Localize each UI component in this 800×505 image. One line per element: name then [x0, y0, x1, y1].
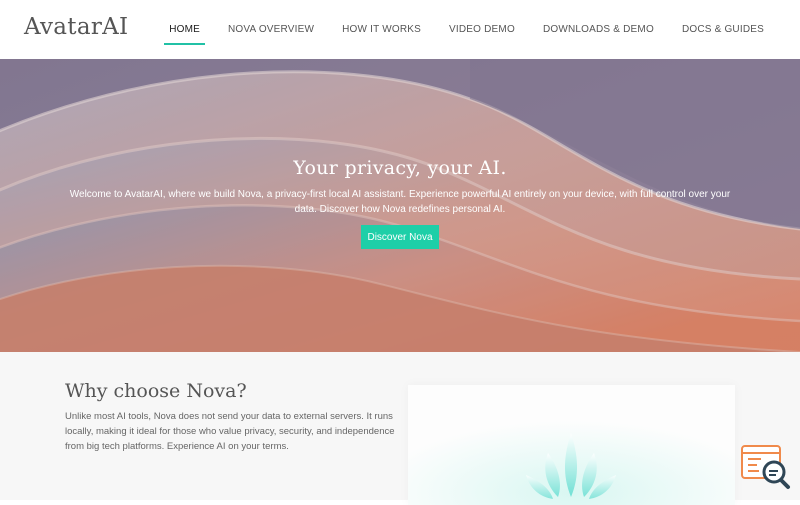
help-search-icon[interactable] — [741, 444, 791, 490]
nav-item-downloads-demo[interactable]: DOWNLOADS & DEMO — [529, 0, 668, 59]
nav-item-nova-overview[interactable]: NOVA OVERVIEW — [214, 0, 328, 59]
nav-item-how-it-works[interactable]: HOW IT WORKS — [328, 0, 435, 59]
site-header: AvatarAI HOME NOVA OVERVIEW HOW IT WORKS… — [0, 0, 800, 59]
main-nav: HOME NOVA OVERVIEW HOW IT WORKS VIDEO DE… — [155, 0, 778, 59]
hero-section: Your privacy, your AI. Welcome to Avatar… — [0, 59, 800, 352]
why-section: Why choose Nova? Unlike most AI tools, N… — [0, 352, 800, 505]
why-title: Why choose Nova? — [65, 380, 247, 402]
why-description: Unlike most AI tools, Nova does not send… — [65, 411, 395, 452]
nav-item-video-demo[interactable]: VIDEO DEMO — [435, 0, 529, 59]
lotus-illustration — [408, 385, 735, 505]
nav-item-home[interactable]: HOME — [155, 0, 214, 59]
site-logo[interactable]: AvatarAI — [24, 14, 128, 40]
nav-item-docs-guides[interactable]: DOCS & GUIDES — [668, 0, 778, 59]
hero-description: Welcome to AvatarAI, where we build Nova… — [69, 189, 731, 215]
discover-nova-button[interactable]: Discover Nova — [361, 225, 439, 249]
hero-title: Your privacy, your AI. — [293, 157, 507, 179]
why-image-card — [408, 385, 735, 505]
